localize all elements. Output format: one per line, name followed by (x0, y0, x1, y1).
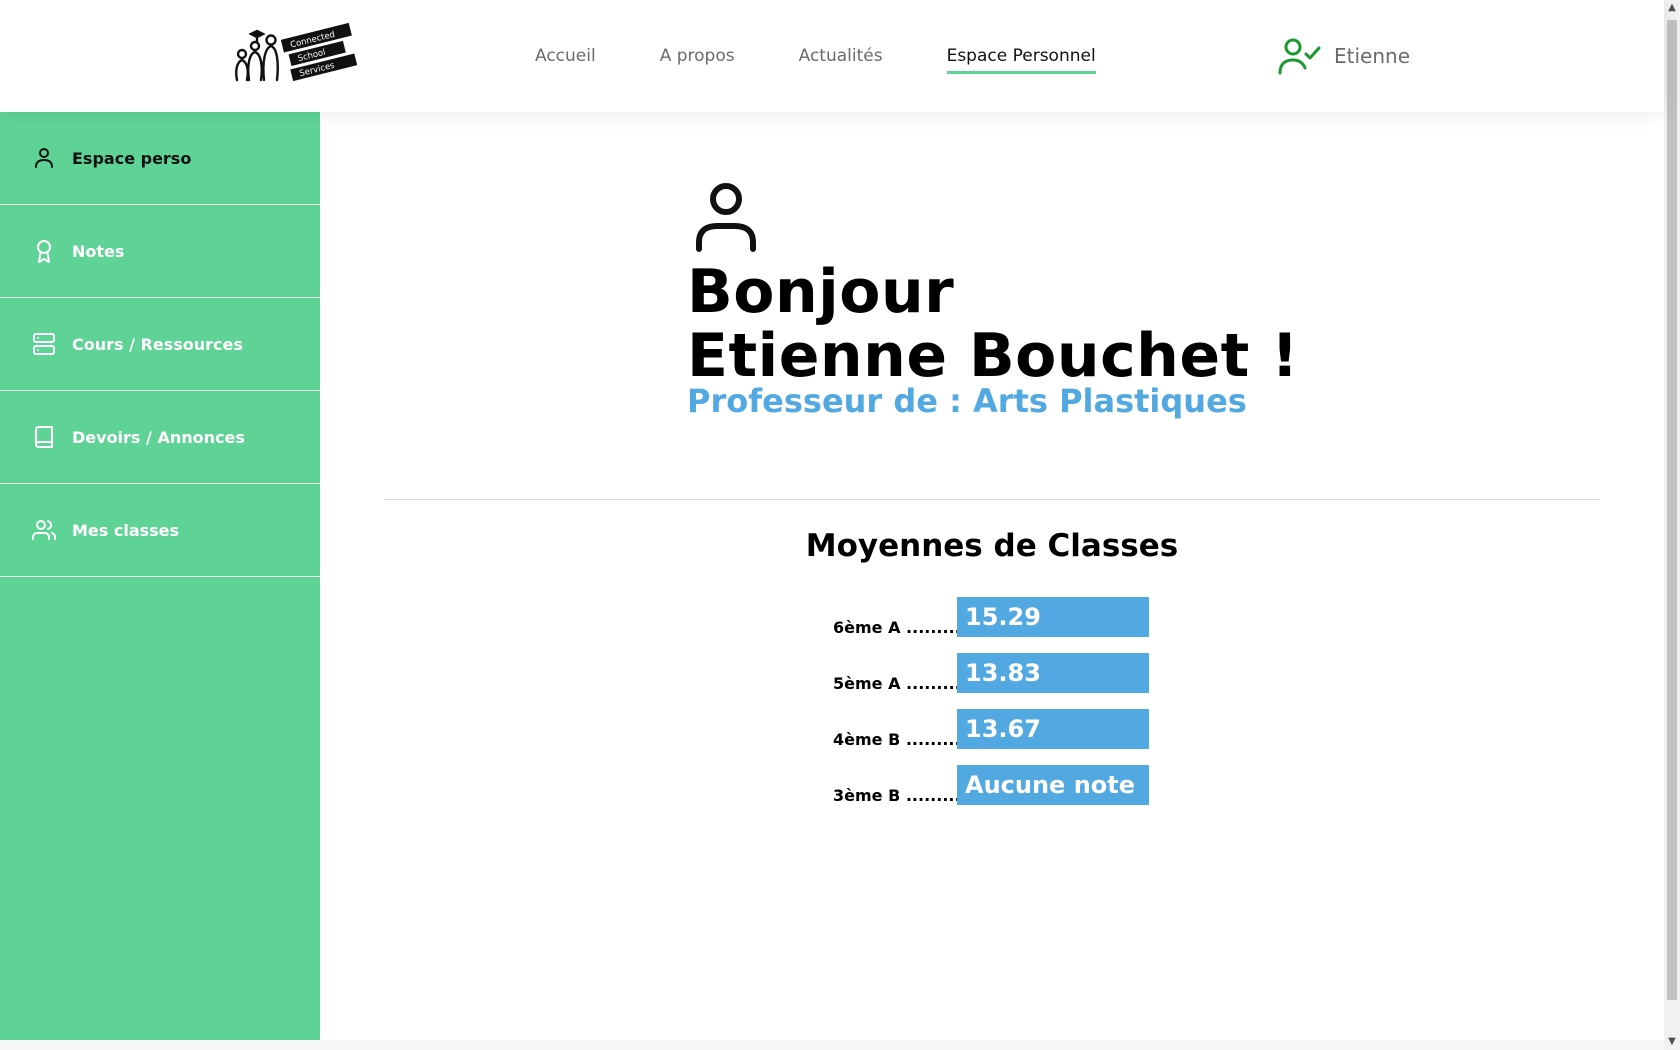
user-icon (35, 148, 53, 168)
vertical-scrollbar[interactable]: ▲ ▼ (1664, 0, 1680, 1050)
nav-a-propos[interactable]: A propos (660, 46, 735, 74)
class-average-row: 5ème A ........... 13.83 (833, 653, 1149, 693)
user-name: Etienne (1334, 44, 1410, 68)
greeting-title: Bonjour Etienne Bouchet ! (687, 260, 1299, 388)
sidebar-item-cours-ressources[interactable]: Cours / Ressources (0, 298, 320, 391)
class-average-row: 4ème B ........... 13.67 (833, 709, 1149, 749)
class-averages-title: Moyennes de Classes (805, 528, 1179, 564)
sidebar: Espace perso Notes Cours / Ressources De… (0, 112, 320, 1050)
class-average-row: 3ème B ........... Aucune note (833, 765, 1149, 805)
profile-user-icon (691, 180, 761, 252)
sidebar-item-label: Devoirs / Annonces (72, 427, 245, 447)
class-label: 3ème B ........... (833, 786, 957, 805)
class-label: 6ème A ........... (833, 618, 957, 637)
main-nav: Accueil A propos Actualités Espace Perso… (535, 46, 1160, 74)
scroll-down-arrow-icon[interactable]: ▼ (1664, 1034, 1680, 1050)
award-icon (37, 240, 51, 263)
class-average-value: Aucune note (957, 765, 1149, 805)
user-check-icon (1276, 36, 1322, 76)
sidebar-item-label: Mes classes (72, 520, 180, 540)
greeting-line-1: Bonjour (687, 257, 955, 327)
nav-espace-personnel[interactable]: Espace Personnel (946, 46, 1096, 74)
nav-actualites[interactable]: Actualités (799, 46, 883, 74)
class-label: 4ème B ........... (833, 730, 957, 749)
scroll-thumb[interactable] (1667, 20, 1677, 1000)
class-average-value: 13.67 (957, 709, 1149, 749)
teacher-role: Professeur de : Arts Plastiques (687, 382, 1247, 420)
class-averages-list: 6ème A ........... 15.29 5ème A ........… (833, 597, 1149, 821)
class-label: 5ème A ........... (833, 674, 957, 693)
sidebar-item-espace-perso[interactable]: Espace perso (0, 112, 320, 205)
section-divider (384, 499, 1600, 500)
sidebar-item-label: Espace perso (72, 148, 192, 168)
user-menu[interactable]: Etienne (1276, 36, 1410, 76)
class-average-row: 6ème A ........... 15.29 (833, 597, 1149, 637)
book-icon (35, 426, 53, 448)
sidebar-item-label: Cours / Ressources (72, 334, 243, 354)
sidebar-item-mes-classes[interactable]: Mes classes (0, 484, 320, 577)
users-icon (32, 520, 56, 540)
site-logo[interactable]: Connected School Services (233, 18, 359, 84)
greeting-line-2: Etienne Bouchet ! (687, 321, 1300, 391)
top-header: Connected School Services Accueil A prop… (0, 0, 1664, 112)
class-average-value: 15.29 (957, 597, 1149, 637)
main-content: Bonjour Etienne Bouchet ! Professeur de … (320, 112, 1664, 1050)
server-icon (33, 333, 55, 355)
nav-accueil[interactable]: Accueil (535, 46, 596, 74)
sidebar-item-devoirs-annonces[interactable]: Devoirs / Annonces (0, 391, 320, 484)
class-average-value: 13.83 (957, 653, 1149, 693)
scroll-up-arrow-icon[interactable]: ▲ (1664, 0, 1680, 16)
horizontal-scrollbar[interactable] (0, 1040, 1664, 1050)
sidebar-item-label: Notes (72, 241, 125, 261)
sidebar-item-notes[interactable]: Notes (0, 205, 320, 298)
